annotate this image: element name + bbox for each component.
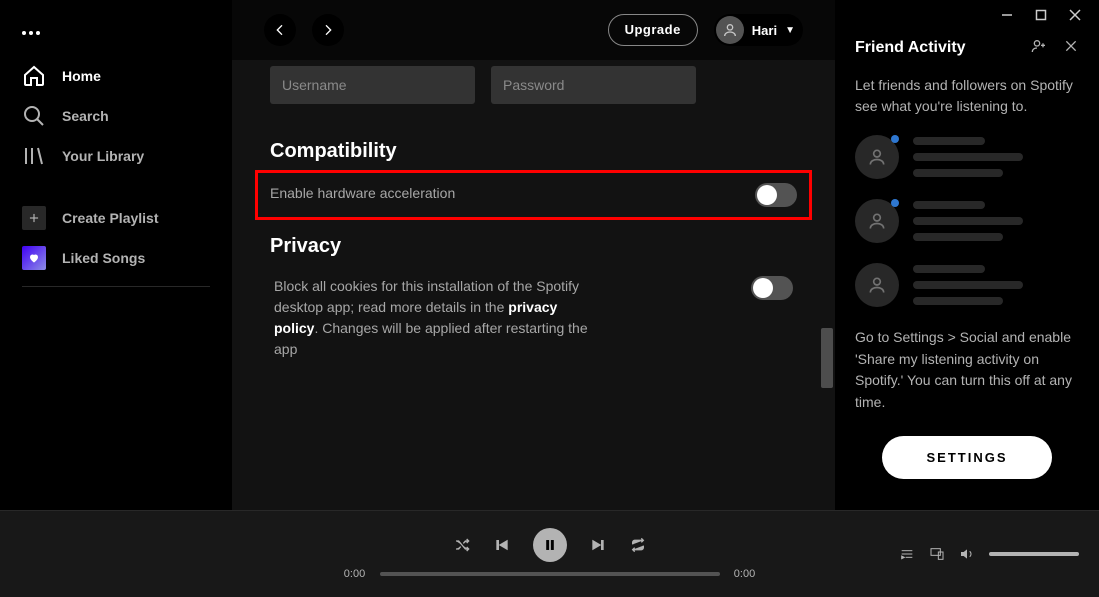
settings-content: Compatibility Enable hardware accelerati…	[232, 60, 835, 510]
user-name: Hari	[752, 23, 777, 38]
window-maximize-icon[interactable]	[1035, 8, 1047, 24]
more-menu-icon[interactable]	[8, 18, 224, 56]
next-button[interactable]	[589, 536, 607, 554]
sidebar-item-label: Search	[62, 108, 109, 124]
hardware-accel-toggle[interactable]	[755, 183, 797, 207]
friend-activity-intro: Let friends and followers on Spotify see…	[855, 75, 1079, 117]
friend-placeholder	[855, 199, 1079, 243]
sidebar: Home Search Your Library Create Playlist…	[0, 0, 232, 510]
block-cookies-toggle[interactable]	[751, 276, 793, 300]
friend-placeholder	[855, 263, 1079, 307]
nav-back-button[interactable]	[264, 14, 296, 46]
main-panel: Upgrade Hari ▼ Compatibility Enable hard…	[232, 0, 835, 510]
heart-icon	[22, 246, 46, 270]
nav-forward-button[interactable]	[312, 14, 344, 46]
upgrade-button[interactable]: Upgrade	[608, 14, 698, 46]
window-close-icon[interactable]	[1069, 8, 1081, 24]
block-cookies-description: Block all cookies for this installation …	[274, 276, 604, 360]
library-icon	[22, 144, 46, 168]
sidebar-item-label: Your Library	[62, 148, 144, 164]
scrollbar-thumb[interactable]	[821, 328, 833, 388]
compatibility-heading: Compatibility	[270, 140, 797, 163]
window-minimize-icon[interactable]	[1001, 8, 1013, 24]
sidebar-item-label: Create Playlist	[62, 210, 159, 226]
devices-icon[interactable]	[929, 546, 945, 562]
sidebar-item-liked-songs[interactable]: Liked Songs	[8, 238, 224, 278]
close-panel-icon[interactable]	[1063, 38, 1079, 57]
queue-icon[interactable]	[899, 546, 915, 562]
username-field[interactable]	[270, 66, 475, 104]
chevron-down-icon: ▼	[785, 25, 795, 36]
person-icon	[855, 263, 899, 307]
privacy-heading: Privacy	[270, 235, 797, 258]
previous-button[interactable]	[493, 536, 511, 554]
friend-activity-panel: Friend Activity Let friends and follower…	[835, 0, 1099, 510]
sidebar-item-label: Home	[62, 68, 101, 84]
shuffle-button[interactable]	[453, 536, 471, 554]
friend-placeholder	[855, 135, 1079, 179]
repeat-button[interactable]	[629, 536, 647, 554]
user-menu[interactable]: Hari ▼	[714, 14, 803, 46]
friend-activity-title: Friend Activity	[855, 39, 966, 57]
volume-icon[interactable]	[959, 546, 975, 562]
friend-activity-help: Go to Settings > Social and enable 'Shar…	[855, 327, 1079, 414]
duration-time: 0:00	[730, 568, 760, 580]
sidebar-item-home[interactable]: Home	[8, 56, 224, 96]
player-bar: 0:00 0:00	[0, 510, 1099, 597]
play-pause-button[interactable]	[533, 528, 567, 562]
sidebar-item-label: Liked Songs	[62, 250, 145, 266]
elapsed-time: 0:00	[340, 568, 370, 580]
add-friend-icon[interactable]	[1031, 38, 1047, 57]
sidebar-item-library[interactable]: Your Library	[8, 136, 224, 176]
progress-bar[interactable]	[380, 572, 720, 576]
friend-settings-button[interactable]: SETTINGS	[882, 436, 1052, 479]
person-icon	[855, 199, 899, 243]
hardware-accel-label: Enable hardware acceleration	[270, 183, 455, 204]
person-icon	[855, 135, 899, 179]
volume-bar[interactable]	[989, 552, 1079, 556]
password-field[interactable]	[491, 66, 696, 104]
divider	[22, 286, 210, 287]
search-icon	[22, 104, 46, 128]
home-icon	[22, 64, 46, 88]
block-cookies-row: Block all cookies for this installation …	[270, 270, 797, 366]
sidebar-item-search[interactable]: Search	[8, 96, 224, 136]
hardware-accel-row: Enable hardware acceleration	[260, 175, 807, 215]
topbar: Upgrade Hari ▼	[232, 0, 835, 60]
user-avatar-icon	[716, 16, 744, 44]
plus-icon	[22, 206, 46, 230]
sidebar-item-create-playlist[interactable]: Create Playlist	[8, 198, 224, 238]
